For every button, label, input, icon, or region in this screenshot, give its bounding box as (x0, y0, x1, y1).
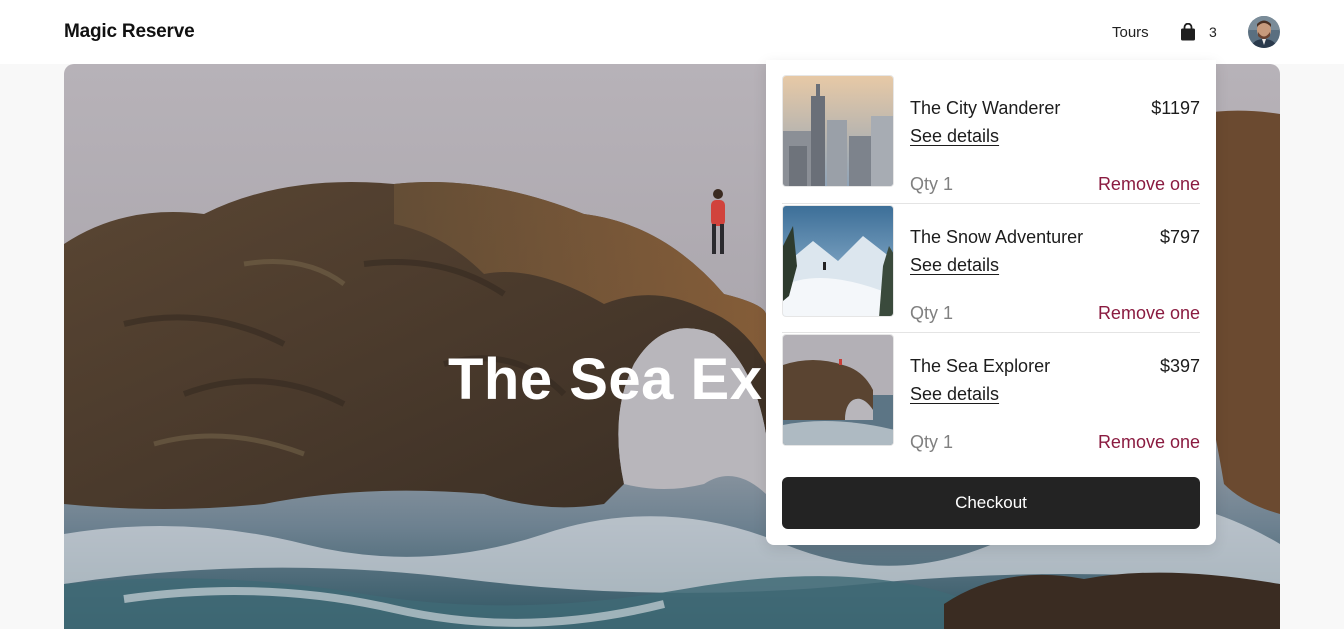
tour-thumbnail-sea[interactable] (782, 334, 894, 446)
cart-item-price: $1197 (1151, 98, 1200, 118)
cart-item-qty: Qty 1 (910, 303, 954, 323)
see-details-link[interactable]: See details (910, 254, 999, 276)
cart-item-name: The Snow Adventurer (910, 227, 1084, 247)
checkout-button[interactable]: Checkout (782, 477, 1200, 529)
cart-count-badge: 3 (1209, 24, 1217, 40)
cart-dropdown-panel: The City Wanderer $1197 See details Qty … (766, 60, 1216, 545)
cart-item-name: The City Wanderer (910, 98, 1061, 118)
shopping-bag-icon (1180, 23, 1196, 41)
cart-item: The Sea Explorer $397 See details Qty 1 … (782, 332, 1200, 452)
cart-item: The City Wanderer $1197 See details Qty … (782, 75, 1200, 194)
nav-link-tours[interactable]: Tours (1112, 24, 1149, 41)
remove-one-button[interactable]: Remove one (1098, 302, 1200, 324)
cart-item-price: $397 (1159, 356, 1200, 376)
cart-item-qty: Qty 1 (910, 174, 954, 194)
remove-one-button[interactable]: Remove one (1098, 173, 1200, 195)
tour-thumbnail-snow[interactable] (782, 205, 894, 317)
tour-thumbnail-city[interactable] (782, 75, 894, 187)
user-avatar[interactable] (1248, 16, 1280, 48)
see-details-link[interactable]: See details (910, 125, 999, 147)
brand-logo[interactable]: Magic Reserve (64, 21, 195, 43)
cart-item-qty: Qty 1 (910, 432, 954, 452)
top-navigation-bar: Magic Reserve Tours 3 (0, 0, 1344, 64)
see-details-link[interactable]: See details (910, 383, 999, 405)
cart-item-name: The Sea Explorer (910, 356, 1051, 376)
remove-one-button[interactable]: Remove one (1098, 431, 1200, 453)
cart-item: The Snow Adventurer $797 See details Qty… (782, 203, 1200, 323)
cart-button[interactable]: 3 (1180, 22, 1217, 42)
cart-item-price: $797 (1159, 227, 1200, 247)
